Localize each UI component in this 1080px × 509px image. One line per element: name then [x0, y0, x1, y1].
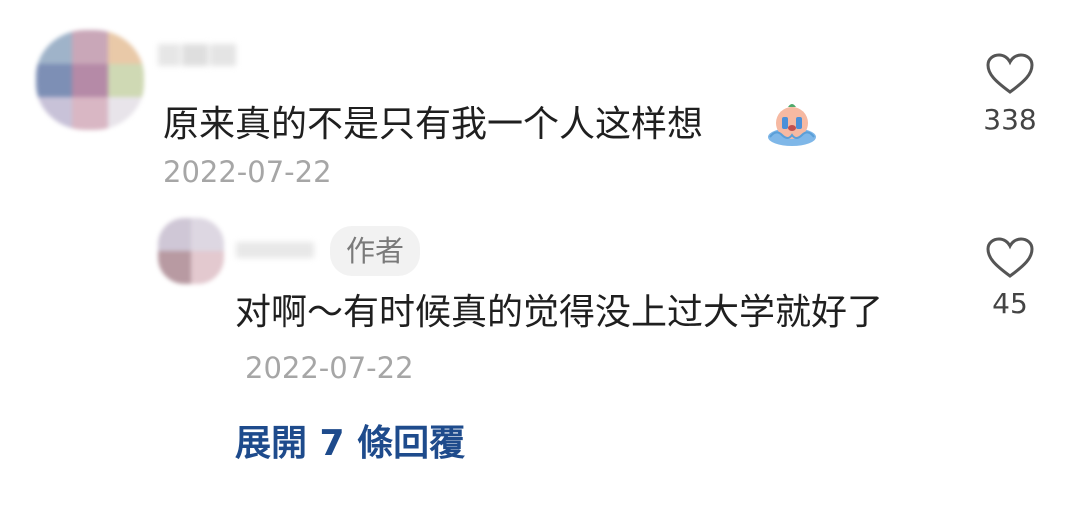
reply-avatar[interactable] [158, 218, 224, 284]
like-count: 338 [983, 103, 1037, 136]
heart-icon[interactable] [985, 52, 1035, 96]
author-badge: 作者 [330, 226, 420, 276]
reply-like[interactable]: 45 [980, 236, 1040, 322]
reply-date: 2022-07-22 [245, 351, 414, 385]
avatar[interactable] [36, 30, 144, 130]
crying-face-icon [768, 104, 816, 146]
comment-date: 2022-07-22 [163, 155, 332, 189]
username[interactable] [158, 40, 238, 70]
comment-text: 原来真的不是只有我一个人这样想 [163, 104, 704, 145]
heart-icon[interactable] [985, 236, 1035, 280]
reply-text: 对啊～有时候真的觉得没上过大学就好了2022-07-22 [235, 292, 884, 385]
expand-replies-link[interactable]: 展開 7 條回覆 [235, 419, 465, 469]
like-count: 45 [992, 287, 1028, 320]
reply-username[interactable] [236, 236, 316, 266]
comment-like[interactable]: 338 [980, 52, 1040, 138]
